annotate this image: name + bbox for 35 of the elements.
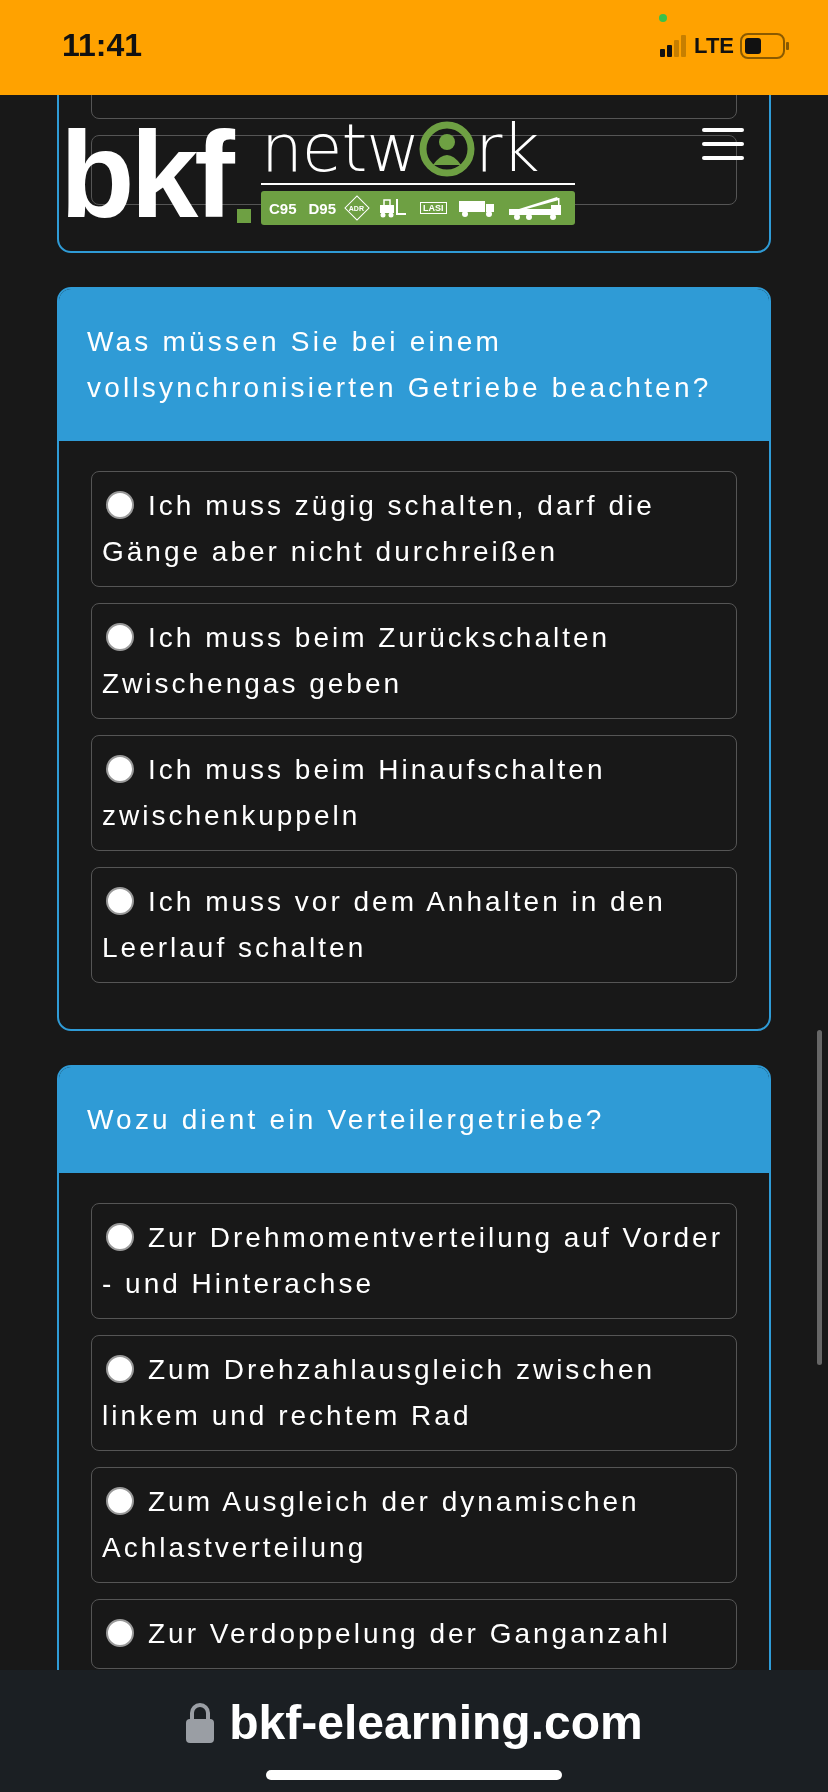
badge-text: C95 (269, 199, 297, 217)
answer-option[interactable]: Ich muss zügig schalten, darf die Gänge aber nicht durchreißen (91, 471, 737, 587)
answer-option[interactable]: Zum Drehzahlausgleich zwischen linkem und rechtem Rad (91, 1335, 737, 1451)
question-title: Was müssen Sie bei einem vollsynchronisierten Getriebe beachten? (59, 289, 769, 441)
camera-indicator-icon (659, 14, 667, 22)
lock-icon (185, 1701, 216, 1744)
radio-button[interactable] (106, 1619, 134, 1647)
radio-button[interactable] (106, 1223, 134, 1251)
signal-icon (660, 34, 689, 57)
logo-text: bkf (60, 125, 231, 225)
answer-option[interactable]: Zur Verdoppelung der Ganganzahl (91, 1599, 737, 1669)
badge-text: D95 (308, 199, 337, 217)
battery-icon (740, 32, 790, 59)
radio-button[interactable] (106, 623, 134, 651)
answer-option[interactable]: Ich muss beim Zurückschalten Zwischengas geben (91, 603, 737, 719)
logo-text: netw (261, 117, 420, 181)
badge-text: LASI (420, 202, 447, 214)
radio-button[interactable] (106, 887, 134, 915)
answer-option[interactable]: Ich muss vor dem Anhalten in den Leerlauf schalten (91, 867, 737, 983)
clock-time: 11:41 (62, 27, 143, 64)
radio-button[interactable] (106, 755, 134, 783)
menu-icon[interactable] (702, 127, 744, 161)
radio-button[interactable] (106, 1355, 134, 1383)
forklift-icon (378, 198, 409, 218)
network-type: LTE (694, 32, 734, 59)
answer-option[interactable]: Zur Drehmomentverteilung auf Vorder - und Hinterachse (91, 1203, 737, 1319)
scrollbar[interactable] (817, 1030, 822, 1365)
person-icon (419, 121, 476, 177)
answer-option[interactable]: Ich muss beim Hinaufschalten zwischenkuppeln (91, 735, 737, 851)
radio-button[interactable] (106, 491, 134, 519)
answer-option[interactable]: Zum Ausgleich der dynamischen Achlastverteilung (91, 1467, 737, 1583)
logo-text: rk (475, 117, 539, 181)
radio-button[interactable] (106, 1487, 134, 1515)
truck-icon (458, 198, 495, 218)
question-title: Wozu dient ein Verteilergetriebe? (59, 1067, 769, 1173)
